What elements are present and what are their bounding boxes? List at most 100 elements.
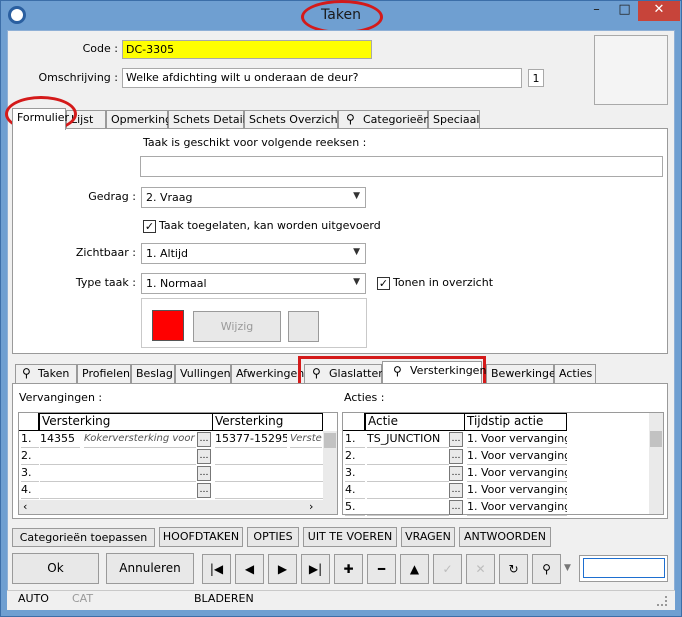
subtab-acties[interactable]: Acties: [554, 364, 596, 383]
row-tijdstip[interactable]: 1. Voor vervanging(e: [467, 499, 567, 516]
search-dropdown-icon[interactable]: ▼: [564, 563, 571, 573]
lookup-button[interactable]: …: [197, 483, 211, 498]
color-swatch[interactable]: [152, 310, 184, 341]
subtab-bewerkingen[interactable]: Bewerkingen: [486, 364, 563, 383]
subtab-beslag[interactable]: Beslag: [131, 364, 175, 383]
blank-button[interactable]: [288, 311, 319, 342]
type-taak-select[interactable]: 1. Normaal ▼: [141, 273, 366, 294]
series-field[interactable]: [140, 156, 663, 177]
tab-formulier[interactable]: Formulier: [12, 108, 69, 130]
tonen-checkbox[interactable]: ✓: [377, 277, 390, 290]
grid-header-corner: [19, 413, 39, 431]
row-actie[interactable]: [367, 499, 449, 516]
row-code-1[interactable]: 14355: [40, 431, 80, 448]
wijzig-button[interactable]: Wijzig: [193, 311, 281, 342]
first-record-icon[interactable]: |◀: [202, 554, 231, 584]
post-record-icon[interactable]: ✓: [433, 554, 462, 584]
status-auto: AUTO: [18, 592, 49, 605]
chevron-down-icon: ▼: [353, 191, 360, 201]
row-actie[interactable]: TS_JUNCTION: [367, 431, 449, 448]
ok-button[interactable]: Ok: [12, 553, 99, 584]
lookup-button[interactable]: …: [197, 432, 211, 447]
scroll-left-icon[interactable]: ‹: [23, 500, 27, 513]
omschrijving-field[interactable]: Welke afdichting wilt u onderaan de deur…: [122, 68, 522, 88]
toegelaten-checkbox[interactable]: ✓: [143, 220, 156, 233]
zichtbaar-label: Zichtbaar :: [75, 246, 136, 259]
tonen-label: Tonen in overzicht: [393, 276, 494, 289]
subtab-vullingen[interactable]: Vullingen: [175, 364, 231, 383]
row-code-2[interactable]: [215, 465, 323, 482]
antwoorden-button[interactable]: ANTWOORDEN: [459, 527, 551, 547]
resize-grip-icon[interactable]: [657, 596, 667, 606]
subtab-versterkingen[interactable]: ⚲ Versterkingen: [382, 361, 486, 383]
categorieen-toepassen-button[interactable]: Categorieën toepassen: [12, 528, 155, 547]
search-icon[interactable]: ⚲: [532, 554, 561, 584]
row-actie[interactable]: [367, 448, 449, 465]
code-label: Code :: [82, 42, 118, 55]
omschrijving-label: Omschrijving :: [38, 71, 118, 84]
edit-record-icon[interactable]: ▲: [400, 554, 429, 584]
subtab-taken-label: Taken: [38, 367, 70, 380]
scrollbar-thumb[interactable]: [324, 433, 336, 448]
row-code-2[interactable]: 15377-15295: [215, 431, 287, 448]
grid-header-actie: Actie: [365, 413, 465, 431]
row-code-1[interactable]: [40, 482, 196, 499]
row-tijdstip[interactable]: 1. Voor vervanging(e: [467, 431, 567, 448]
subtab-profielen[interactable]: Profielen: [77, 364, 131, 383]
vervangingen-grid: Versterking Versterking 1. 14355 Kokerve…: [18, 412, 338, 515]
lookup-button[interactable]: …: [449, 449, 463, 464]
row-code-2[interactable]: [215, 448, 323, 465]
vragen-button[interactable]: VRAGEN: [401, 527, 455, 547]
horizontal-scrollbar[interactable]: [19, 500, 337, 514]
next-record-icon[interactable]: ▶: [268, 554, 297, 584]
uit-te-voeren-button[interactable]: UIT TE VOEREN: [303, 527, 397, 547]
lookup-button[interactable]: …: [197, 449, 211, 464]
zichtbaar-select[interactable]: 1. Altijd ▼: [141, 243, 366, 264]
row-code-1[interactable]: [40, 448, 196, 465]
lookup-button[interactable]: …: [197, 466, 211, 481]
row-actie[interactable]: [367, 482, 449, 499]
cancel-record-icon[interactable]: ✕: [466, 554, 495, 584]
code-field[interactable]: DC-3305: [122, 40, 372, 59]
scroll-right-icon[interactable]: ›: [309, 500, 313, 513]
scrollbar-thumb[interactable]: [650, 431, 662, 447]
tab-categorieen[interactable]: ⚲ Categorieën: [338, 110, 430, 129]
acties-title: Acties :: [344, 391, 385, 404]
close-button[interactable]: ✕: [638, 1, 680, 21]
row-tijdstip[interactable]: 1. Voor vervanging(e: [467, 465, 567, 482]
lookup-button[interactable]: …: [449, 483, 463, 498]
status-cat: CAT: [72, 592, 94, 605]
tab-speciaal[interactable]: Speciaal: [428, 110, 480, 129]
quick-search-input[interactable]: [583, 558, 665, 578]
lookup-button[interactable]: …: [449, 500, 463, 515]
tab-schets-overzicht[interactable]: Schets Overzicht: [244, 110, 342, 129]
row-desc-2: Verste: [290, 431, 322, 448]
row-code-1[interactable]: [40, 465, 196, 482]
minimize-button[interactable]: –: [583, 1, 610, 21]
subtab-taken[interactable]: ⚲ Taken: [15, 364, 77, 383]
tab-schets-detail[interactable]: Schets Detail: [168, 110, 246, 129]
omschrijving-count: 1: [528, 69, 544, 87]
lookup-button[interactable]: …: [449, 466, 463, 481]
lookup-button[interactable]: …: [449, 432, 463, 447]
maximize-button[interactable]: □: [611, 1, 638, 21]
image-preview: [594, 35, 668, 105]
row-code-2[interactable]: [215, 482, 323, 499]
annuleren-button[interactable]: Annuleren: [106, 553, 194, 584]
previous-record-icon[interactable]: ◀: [235, 554, 264, 584]
row-number: 2.: [345, 448, 365, 465]
refresh-icon[interactable]: ↻: [499, 554, 528, 584]
tab-opmerking[interactable]: Opmerking: [106, 110, 172, 129]
row-number: 1.: [21, 431, 39, 448]
hoofdtaken-button[interactable]: HOOFDTAKEN: [159, 527, 243, 547]
delete-record-icon[interactable]: ━: [367, 554, 396, 584]
gedrag-select[interactable]: 2. Vraag ▼: [141, 187, 366, 208]
row-tijdstip[interactable]: 1. Voor vervanging(e: [467, 482, 567, 499]
row-actie[interactable]: [367, 465, 449, 482]
vertical-scrollbar[interactable]: [649, 413, 663, 514]
last-record-icon[interactable]: ▶|: [301, 554, 330, 584]
row-tijdstip[interactable]: 1. Voor vervanging(e: [467, 448, 567, 465]
subtab-afwerkingen[interactable]: Afwerkingen: [231, 364, 304, 383]
opties-button[interactable]: OPTIES: [247, 527, 299, 547]
add-record-icon[interactable]: ✚: [334, 554, 363, 584]
